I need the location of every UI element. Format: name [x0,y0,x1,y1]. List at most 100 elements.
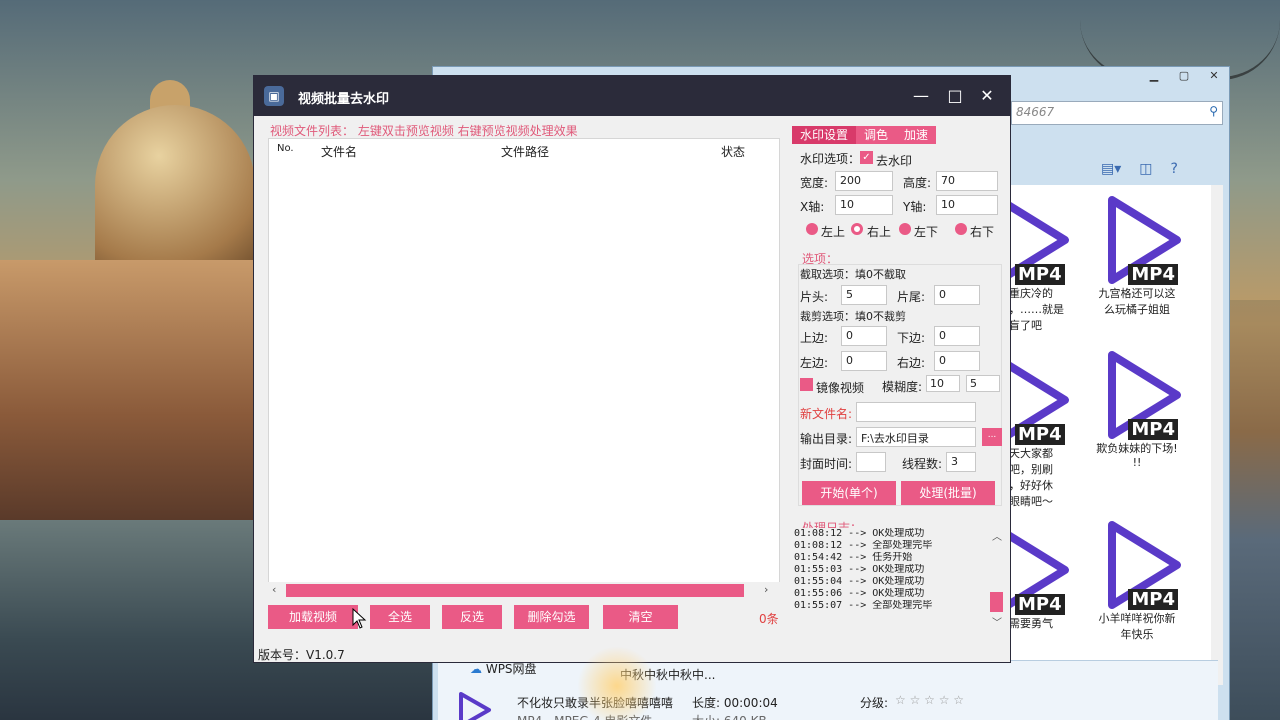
video-tile[interactable]: MP4 九宫格还可以这 么玩橘子姐姐 [1082,195,1192,317]
scroll-down-icon[interactable]: ﹀ [992,614,1002,629]
explorer-toolbar: ▤▾ ◫ ? [1011,157,1223,183]
video-tile-label: 天大家都 吧，别刷 ，好好休 眼睛吧～ [1009,447,1053,508]
left-label: 左边: [800,356,829,370]
trim-option-label: 截取选项：填0不截取 [800,268,906,281]
crop-bottom-input[interactable]: 0 [934,326,980,346]
width-input[interactable]: 200 [835,171,893,191]
col-filename[interactable]: 文件名 [321,143,357,160]
start-single-button[interactable]: 开始(单个) [802,481,896,505]
maximize-icon[interactable]: ▢ [1169,67,1199,85]
explorer-search-input[interactable]: 84667 ⚲ [1011,101,1223,125]
search-icon[interactable]: ⚲ [1209,104,1218,118]
remove-watermark-label: 去水印 [876,154,913,168]
desktop-buildings [0,260,260,520]
tab-speed[interactable]: 加速 [896,126,936,144]
pane-icon[interactable]: ◫ [1139,161,1152,179]
mp4-badge: MP4 [1015,264,1065,285]
scroll-right-icon[interactable]: › [764,583,768,596]
mirror-video-label: 镜像视频 [816,381,865,395]
remove-watermark-checkbox[interactable]: ✓ [860,151,873,164]
y-input[interactable]: 10 [936,195,998,215]
explorer-scrollbar[interactable] [1211,185,1223,685]
minimize-icon[interactable]: ▁ [1139,67,1169,85]
tab-watermark[interactable]: 水印设置 [792,126,857,144]
output-dir-input[interactable]: F:\去水印目录 [856,427,976,447]
video-tile[interactable]: MP4 小羊咩咩祝你新 年快乐 [1082,520,1192,642]
video-tile[interactable]: MP4 需要勇气 [1005,525,1075,631]
search-text: 84667 [1016,105,1055,119]
processing-log: 01:08:12 --> OK处理成功 01:08:12 --> 全部处理完毕 … [794,528,1004,630]
x-input[interactable]: 10 [835,195,893,215]
video-file-list[interactable]: No. 文件名 文件路径 状态 [268,138,780,600]
desktop-dome [95,105,255,275]
head-input[interactable]: 5 [841,285,887,305]
tail-label: 片尾: [897,290,926,304]
process-batch-button[interactable]: 处理(批量) [901,481,995,505]
close-button[interactable]: ✕ [974,84,1000,108]
cover-time-input[interactable] [856,452,886,472]
blur-input-a[interactable]: 10 [926,375,960,392]
video-tile-label: 欺负妹妹的下场! !! [1096,442,1178,469]
mirror-video-checkbox[interactable] [800,378,813,391]
position-radio-bottom-left[interactable] [899,223,911,235]
video-tile-label: 需要勇气 [1009,617,1053,630]
file-size: 大小: 640 KB [692,712,767,720]
crop-top-input[interactable]: 0 [841,326,887,346]
position-radio-top-right[interactable] [851,223,863,235]
invert-selection-button[interactable]: 反选 [442,605,502,629]
scroll-thumb[interactable] [286,584,744,597]
close-icon[interactable]: ✕ [1199,67,1229,85]
cursor-highlight [577,646,657,720]
mp4-badge: MP4 [1128,264,1178,285]
browse-folder-button[interactable]: ... [982,428,1002,446]
rating-stars[interactable]: ☆ ☆ ☆ ☆ ☆ [895,693,964,707]
log-scroll-thumb[interactable] [990,592,1003,612]
tail-input[interactable]: 0 [934,285,980,305]
height-input[interactable]: 70 [936,171,998,191]
maximize-button[interactable]: □ [942,84,968,108]
col-filepath[interactable]: 文件路径 [501,143,549,160]
threads-input[interactable]: 3 [946,452,976,472]
scroll-left-icon[interactable]: ‹ [272,583,276,596]
scroll-up-icon[interactable]: ︿ [992,528,1002,543]
mp4-badge: MP4 [1015,594,1065,615]
load-video-button[interactable]: 加载视频 [268,605,358,629]
version-label: 版本号：V1.0.7 [258,648,345,662]
x-label: X轴: [800,200,825,214]
position-radio-top-left[interactable] [806,223,818,235]
col-status[interactable]: 状态 [721,143,745,160]
settings-tabs: 水印设置 调色 加速 [792,126,937,144]
log-scrollbar[interactable]: ︿ ﹀ [990,528,1004,630]
height-label: 高度: [903,176,932,190]
video-tile[interactable]: MP4 天大家都 吧，别刷 ，好好休 眼睛吧～ [1005,355,1075,509]
list-horizontal-scrollbar[interactable]: ‹ › [268,582,780,600]
crop-right-input[interactable]: 0 [934,351,980,371]
play-icon [459,692,491,720]
video-tile-label: 九宫格还可以这 么玩橘子姐姐 [1098,287,1176,316]
list-header: No. 文件名 文件路径 状态 [269,139,779,161]
crop-left-input[interactable]: 0 [841,351,887,371]
tab-color[interactable]: 调色 [856,126,896,144]
watermark-option-label: 水印选项： [800,152,861,166]
col-no[interactable]: No. [277,143,294,154]
video-tile[interactable]: MP4 欺负妹妹的下场! !! [1082,350,1192,469]
blur-input-b[interactable]: 5 [966,375,1000,392]
new-filename-input[interactable] [856,402,976,422]
mouse-cursor-icon [352,608,367,629]
log-line: 01:08:12 --> OK处理成功 [794,528,925,539]
position-radio-bottom-right[interactable] [955,223,967,235]
help-icon[interactable]: ? [1171,161,1178,179]
delete-checked-button[interactable]: 删除勾选 [514,605,589,629]
title-bar: ▣ 视频批量去水印 — □ ✕ [254,76,1010,116]
output-dir-label: 输出目录: [800,432,853,446]
top-label: 上边: [800,331,829,345]
window-title: 视频批量去水印 [298,92,390,107]
clear-button[interactable]: 清空 [603,605,678,629]
view-icon[interactable]: ▤▾ [1101,161,1121,179]
video-tile[interactable]: MP4 重庆冷的 ，……就是 盲了吧 [1005,195,1075,333]
position-label-bottom-right: 右下 [970,225,995,239]
video-tile-label: 小羊咩咩祝你新 年快乐 [1098,612,1176,641]
minimize-button[interactable]: — [908,84,934,108]
video-tile-label: 重庆冷的 ，……就是 盲了吧 [1009,287,1064,332]
select-all-button[interactable]: 全选 [370,605,430,629]
